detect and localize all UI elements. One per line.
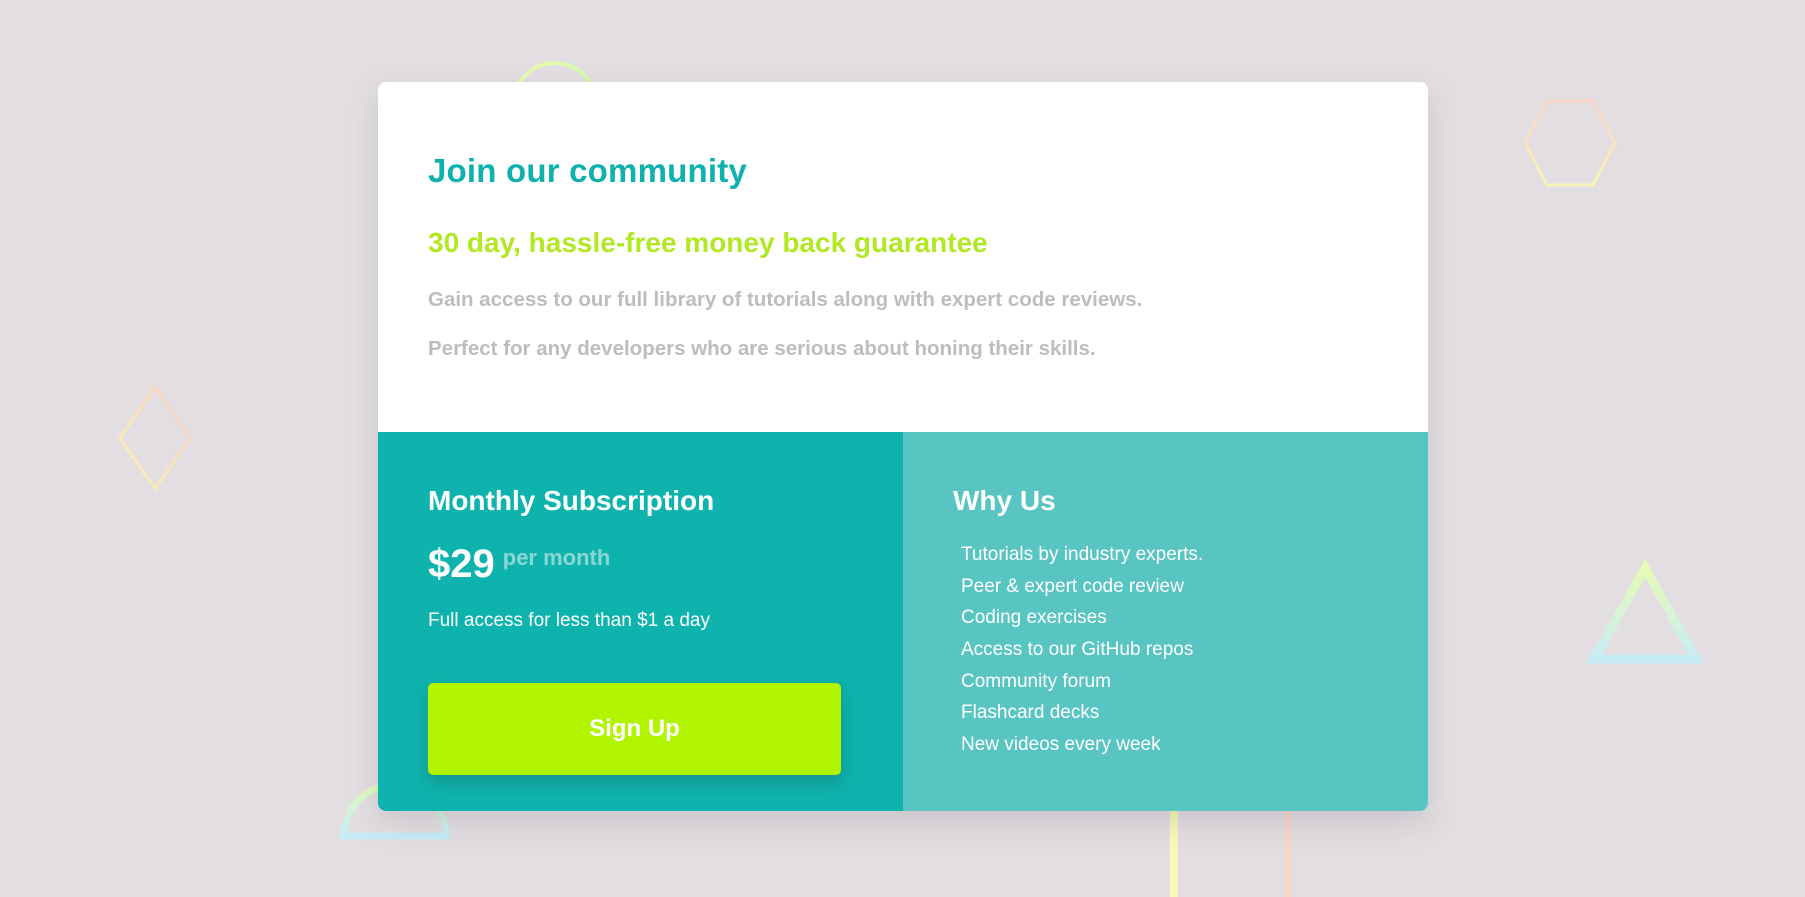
page-title: Join our community [428,152,747,189]
why-us-panel: Why Us Tutorials by industry experts. Pe… [903,432,1428,811]
diamond-outline-decoration [118,384,192,492]
list-item: Tutorials by industry experts. [961,544,1204,565]
sign-up-button[interactable]: Sign Up [428,683,841,775]
subscription-title: Monthly Subscription [428,485,715,516]
list-item: Peer & expert code review [961,575,1184,597]
access-note: Full access for less than $1 a day [428,610,710,631]
list-item: New videos every week [961,734,1161,756]
price-row: $29 per month [428,542,610,587]
list-item: Coding exercises [961,607,1107,629]
card-header-section: Join our community 30 day, hassle-free m… [378,82,1428,432]
why-us-title: Why Us [953,485,1056,516]
list-item: Community forum [961,670,1111,692]
triangle-outline-decoration [1586,558,1704,664]
vertical-line-decoration [1170,810,1178,897]
list-item: Flashcard decks [961,702,1100,724]
price-unit: per month [502,545,611,570]
guarantee-subtitle: 30 day, hassle-free money back guarantee [428,227,988,258]
hexagon-outline-decoration [1523,99,1617,187]
description-line-2: Perfect for any developers who are serio… [428,337,1096,360]
list-item: Access to our GitHub repos [961,639,1194,661]
why-us-list: Tutorials by industry experts. Peer & ex… [961,539,1203,761]
price-amount: $29 [428,542,495,586]
description-line-1: Gain access to our full library of tutor… [428,288,1143,311]
subscription-panel: Monthly Subscription $29 per month Full a… [378,432,903,811]
pricing-card: Join our community 30 day, hassle-free m… [378,82,1428,811]
vertical-line-decoration [1285,810,1291,897]
